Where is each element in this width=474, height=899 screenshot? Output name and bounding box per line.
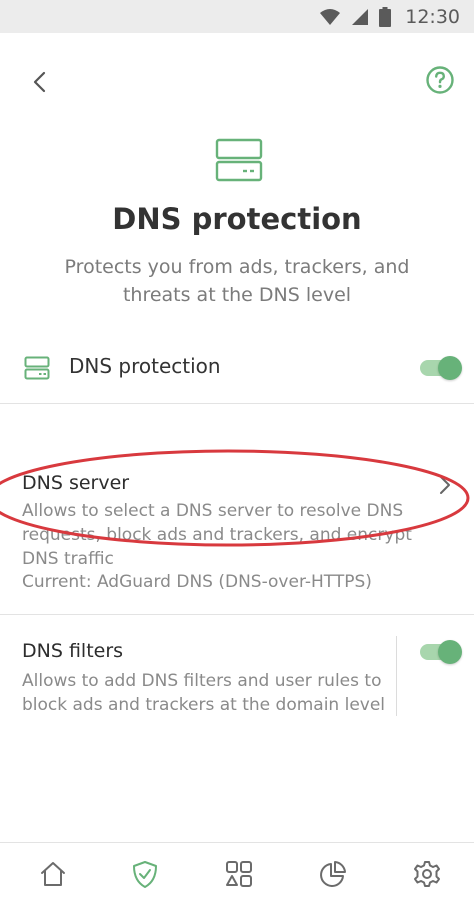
switch-knob bbox=[438, 640, 462, 664]
dns-server-current: Current: AdGuard DNS (DNS-over-HTTPS) bbox=[22, 572, 372, 592]
nav-statistics[interactable] bbox=[316, 857, 350, 891]
status-time: 12:30 bbox=[405, 5, 460, 28]
nav-home[interactable] bbox=[36, 857, 70, 891]
dns-protection-switch[interactable] bbox=[420, 356, 462, 380]
wifi-icon bbox=[320, 8, 341, 25]
page-subtitle: Protects you from ads, trackers, and thr… bbox=[64, 256, 410, 306]
nav-apps[interactable] bbox=[222, 857, 256, 891]
nav-settings[interactable] bbox=[410, 857, 444, 891]
dns-filters-desc-line2: block ads and trackers at the domain lev… bbox=[22, 695, 386, 715]
nav-protection[interactable] bbox=[128, 857, 162, 891]
dns-filters-title: DNS filters bbox=[22, 640, 124, 662]
help-circle-icon bbox=[426, 66, 454, 94]
apps-icon bbox=[226, 861, 252, 887]
dns-filters-desc-line1: Allows to add DNS filters and user rules… bbox=[22, 671, 382, 691]
divider bbox=[0, 614, 474, 615]
battery-icon bbox=[379, 6, 392, 27]
signal-icon bbox=[352, 8, 369, 25]
dns-server-row[interactable]: DNS server Allows to select a DNS server… bbox=[0, 462, 474, 602]
dns-filters-switch[interactable] bbox=[420, 640, 462, 664]
home-icon bbox=[41, 862, 65, 886]
dns-server-small-icon bbox=[24, 356, 50, 380]
chevron-right-icon bbox=[440, 476, 450, 494]
stats-pie-icon bbox=[320, 861, 346, 887]
page-title: DNS protection bbox=[112, 202, 362, 236]
dns-server-icon bbox=[215, 138, 263, 182]
chevron-left-icon bbox=[33, 71, 46, 93]
vertical-separator bbox=[396, 636, 397, 716]
dns-server-desc-line2: requests, block ads and trackers, and en… bbox=[22, 525, 412, 545]
dns-server-desc-line3: DNS traffic bbox=[22, 549, 114, 569]
dns-server-desc-line1: Allows to select a DNS server to resolve… bbox=[22, 501, 404, 521]
dns-protection-toggle-row[interactable]: DNS protection bbox=[0, 336, 474, 402]
bottom-nav bbox=[0, 842, 474, 899]
divider bbox=[0, 403, 474, 404]
dns-server-title: DNS server bbox=[22, 472, 130, 494]
help-button[interactable] bbox=[424, 64, 456, 96]
dns-filters-row[interactable]: DNS filters Allows to add DNS filters an… bbox=[0, 628, 474, 728]
dns-protection-label: DNS protection bbox=[69, 354, 221, 378]
status-bar: 12:30 bbox=[0, 0, 474, 33]
back-button[interactable] bbox=[20, 62, 60, 102]
settings-gear-icon bbox=[414, 861, 440, 887]
top-bar bbox=[0, 52, 474, 108]
shield-check-icon bbox=[133, 861, 157, 888]
switch-knob bbox=[438, 356, 462, 380]
